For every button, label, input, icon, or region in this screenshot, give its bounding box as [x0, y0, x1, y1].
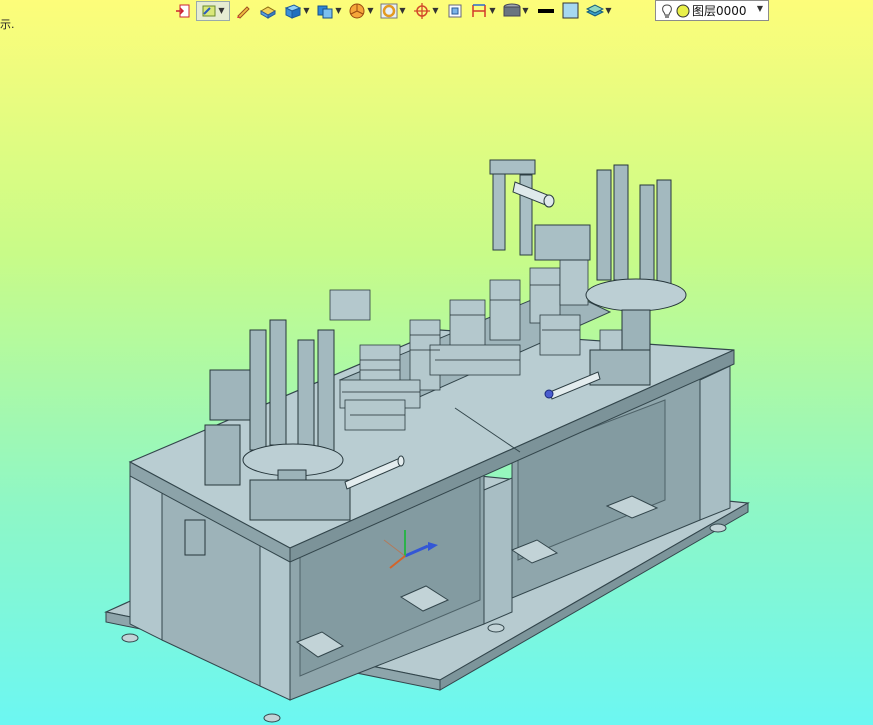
magazine-tower-right [585, 164, 687, 351]
layer-color-dot-icon [676, 4, 690, 17]
pie-section-icon [349, 3, 365, 19]
extrude-button[interactable] [256, 1, 280, 21]
sketch-mode-icon [202, 5, 216, 17]
ring-view-button[interactable]: ▼ [378, 1, 408, 21]
layer-dropdown[interactable]: 图层0000 ▼ [655, 0, 769, 21]
pencil-button[interactable] [232, 1, 254, 21]
machine-model[interactable] [0, 0, 873, 725]
dimension-button[interactable]: ▼ [468, 1, 498, 21]
frame-leg [483, 477, 513, 625]
layer-name: 图层0000 [692, 4, 747, 18]
frame-leg [699, 365, 731, 521]
solid-box-button[interactable]: ▼ [282, 1, 312, 21]
exit-sketch-button[interactable] [172, 1, 194, 21]
shading-button[interactable]: ▼ [500, 1, 532, 21]
chevron-down-icon: ▼ [756, 4, 763, 13]
sketch-mode-button[interactable]: ▼ [196, 1, 230, 21]
gantry [489, 159, 591, 261]
line-color-icon [538, 9, 554, 13]
fit-frame-button[interactable] [444, 1, 466, 21]
ring-view-icon [380, 3, 398, 19]
fill-color-icon [562, 2, 579, 19]
view-toolbar: ▼ ▼ ▼ ▼ ▼ ▼ ▼ ▼ ▼ [172, 0, 616, 22]
part-copy-button[interactable]: ▼ [314, 1, 344, 21]
pie-section-button[interactable]: ▼ [346, 1, 376, 21]
fill-color-button[interactable] [560, 1, 582, 21]
solid-box-icon [285, 4, 302, 19]
layer-stack-icon [586, 4, 605, 17]
axis-cross-icon [414, 3, 431, 19]
line-color-button[interactable] [534, 1, 558, 21]
shading-icon [503, 3, 521, 17]
exit-sketch-icon [176, 4, 190, 18]
axis-cross-button[interactable]: ▼ [410, 1, 442, 21]
bulb-icon [662, 3, 672, 18]
pencil-icon [237, 6, 250, 19]
dimension-icon [472, 4, 487, 17]
part-copy-icon [317, 5, 333, 19]
cylinder-rod [512, 181, 555, 208]
cad-viewport[interactable]: 示. ▼ ▼ ▼ ▼ ▼ ▼ ▼ ▼ ▼ 图层0000 ▼ [0, 0, 873, 725]
layer-stack-button[interactable]: ▼ [584, 1, 614, 21]
fit-frame-icon [448, 4, 462, 18]
extrude-icon [259, 6, 277, 19]
